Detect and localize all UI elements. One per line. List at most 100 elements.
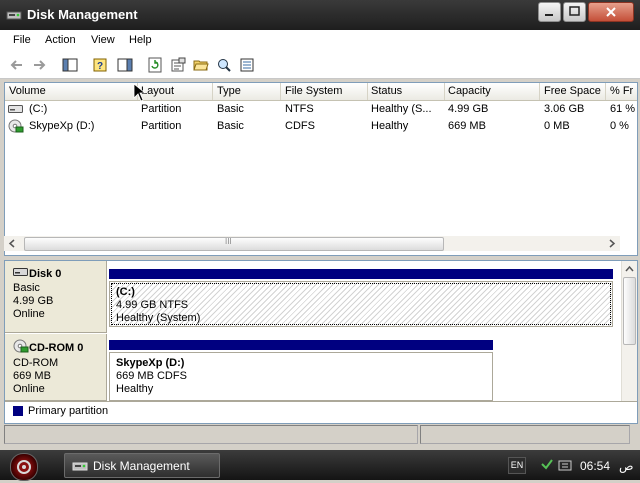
column-header-layout[interactable]: Layout — [137, 83, 213, 100]
volume-percent-free: 61 % — [610, 103, 636, 115]
close-button[interactable] — [588, 2, 634, 22]
disk-graphical-view[interactable]: Disk 0 Basic 4.99 GB Online (C:) 4.99 GB… — [4, 260, 638, 424]
disk-icon — [13, 266, 29, 282]
scroll-right-icon[interactable] — [608, 239, 616, 248]
volume-capacity: 4.99 GB — [448, 103, 489, 115]
volume-icon[interactable] — [558, 458, 572, 475]
disk-size: 4.99 GB — [13, 295, 54, 307]
disk-name: Disk 0 — [29, 267, 62, 280]
horizontal-scrollbar[interactable]: III — [4, 236, 620, 251]
legend-label: Primary partition — [28, 405, 109, 417]
language-indicator[interactable]: EN — [508, 457, 526, 474]
scroll-up-icon[interactable] — [625, 265, 634, 273]
start-button[interactable] — [10, 453, 38, 481]
partition-detail: 669 MB CDFS — [116, 370, 187, 382]
properties-icon[interactable] — [169, 56, 187, 74]
open-icon[interactable] — [192, 56, 210, 74]
title-bar[interactable]: Disk Management — [0, 0, 640, 30]
table-row[interactable]: (C:) Partition Basic NTFS Healthy (S... … — [5, 101, 637, 118]
scroll-left-icon[interactable] — [8, 239, 16, 248]
volume-name: SkypeXp (D:) — [29, 120, 95, 132]
volume-file-system: NTFS — [285, 103, 314, 115]
disk-management-icon — [72, 458, 88, 477]
disk-state: Online — [13, 383, 45, 395]
partition-color-bar — [109, 269, 613, 279]
column-header-volume[interactable]: Volume — [5, 83, 138, 100]
mouse-cursor-icon — [133, 83, 147, 102]
volume-type: Basic — [217, 103, 244, 115]
show-hide-action-pane-icon[interactable] — [116, 56, 134, 74]
volume-layout: Partition — [141, 103, 182, 115]
volume-status: Healthy (S... — [371, 103, 432, 115]
toolbar: ? — [0, 52, 640, 79]
cdrom-0-info[interactable]: CD-ROM 0 CD-ROM 669 MB Online — [5, 334, 107, 401]
back-icon[interactable] — [8, 56, 26, 74]
list-header: Volume Layout Type File System Status Ca… — [5, 83, 637, 101]
partition-c[interactable]: (C:) 4.99 GB NTFS Healthy (System) — [109, 281, 613, 327]
refresh-icon[interactable] — [146, 56, 164, 74]
disk-type: CD-ROM — [13, 357, 59, 369]
taskbar-button-disk-management[interactable]: Disk Management — [64, 453, 220, 478]
show-hide-console-tree-icon[interactable] — [61, 56, 79, 74]
cdrom-icon — [13, 339, 29, 357]
partition-name: (C:) — [116, 286, 135, 298]
disk-management-icon — [6, 7, 22, 23]
column-header-percent-free[interactable]: % Fr — [606, 83, 637, 100]
window-title: Disk Management — [27, 7, 138, 22]
disk-name: CD-ROM 0 — [29, 341, 84, 354]
disk-type: Basic — [13, 282, 40, 294]
network-icon[interactable] — [540, 458, 554, 475]
partition-color-bar — [109, 340, 493, 350]
column-header-free-space[interactable]: Free Space — [540, 83, 606, 100]
volume-type: Basic — [217, 120, 244, 132]
cdrom-icon — [8, 119, 24, 136]
export-list-icon[interactable] — [238, 56, 256, 74]
column-header-status[interactable]: Status — [367, 83, 445, 100]
volume-list[interactable]: Volume Layout Type File System Status Ca… — [4, 82, 638, 256]
clock-time[interactable]: 06:54 — [580, 459, 610, 473]
column-header-file-system[interactable]: File System — [281, 83, 368, 100]
menu-view[interactable]: View — [91, 34, 115, 46]
volume-capacity: 669 MB — [448, 120, 486, 132]
volume-status: Healthy — [371, 120, 409, 132]
vertical-scroll-thumb[interactable] — [623, 277, 636, 345]
help-icon[interactable]: ? — [92, 56, 110, 74]
partition-status: Healthy — [116, 383, 154, 395]
volume-free-space: 0 MB — [544, 120, 570, 132]
partition-name: SkypeXp (D:) — [116, 357, 185, 369]
column-header-capacity[interactable]: Capacity — [444, 83, 540, 100]
partition-status: Healthy (System) — [116, 312, 201, 324]
volume-name: (C:) — [29, 103, 48, 115]
volume-file-system: CDFS — [285, 120, 315, 132]
volume-free-space: 3.06 GB — [544, 103, 585, 115]
taskbar-button-label: Disk Management — [93, 459, 190, 473]
partition-d[interactable]: SkypeXp (D:) 669 MB CDFS Healthy — [109, 352, 493, 401]
disk-0-info[interactable]: Disk 0 Basic 4.99 GB Online — [5, 261, 107, 333]
menu-bar: File Action View Help — [0, 30, 640, 53]
status-pane — [420, 425, 630, 444]
volume-percent-free: 0 % — [610, 120, 629, 132]
clock-ampm: ص — [619, 459, 634, 473]
disk-size: 669 MB — [13, 370, 51, 382]
drive-icon — [8, 103, 24, 118]
horizontal-scroll-thumb[interactable]: III — [24, 237, 444, 251]
vertical-scrollbar[interactable] — [621, 261, 637, 401]
menu-file[interactable]: File — [13, 34, 31, 46]
scroll-grip: III — [225, 237, 232, 246]
menu-help[interactable]: Help — [129, 34, 152, 46]
legend-swatch — [13, 406, 23, 416]
table-row[interactable]: SkypeXp (D:) Partition Basic CDFS Health… — [5, 118, 637, 135]
explore-icon[interactable] — [215, 56, 233, 74]
menu-action[interactable]: Action — [45, 34, 76, 46]
column-header-type[interactable]: Type — [213, 83, 281, 100]
taskbar: Disk Management EN 06:54 ص — [0, 450, 640, 481]
forward-icon[interactable] — [30, 56, 48, 74]
legend: Primary partition — [5, 401, 637, 423]
svg-text:?: ? — [97, 61, 103, 72]
system-tray: EN 06:54 ص — [500, 450, 640, 480]
disk-state: Online — [13, 308, 45, 320]
status-pane — [4, 425, 418, 444]
maximize-button[interactable] — [563, 2, 586, 22]
minimize-button[interactable] — [538, 2, 561, 22]
status-bar — [4, 425, 636, 444]
